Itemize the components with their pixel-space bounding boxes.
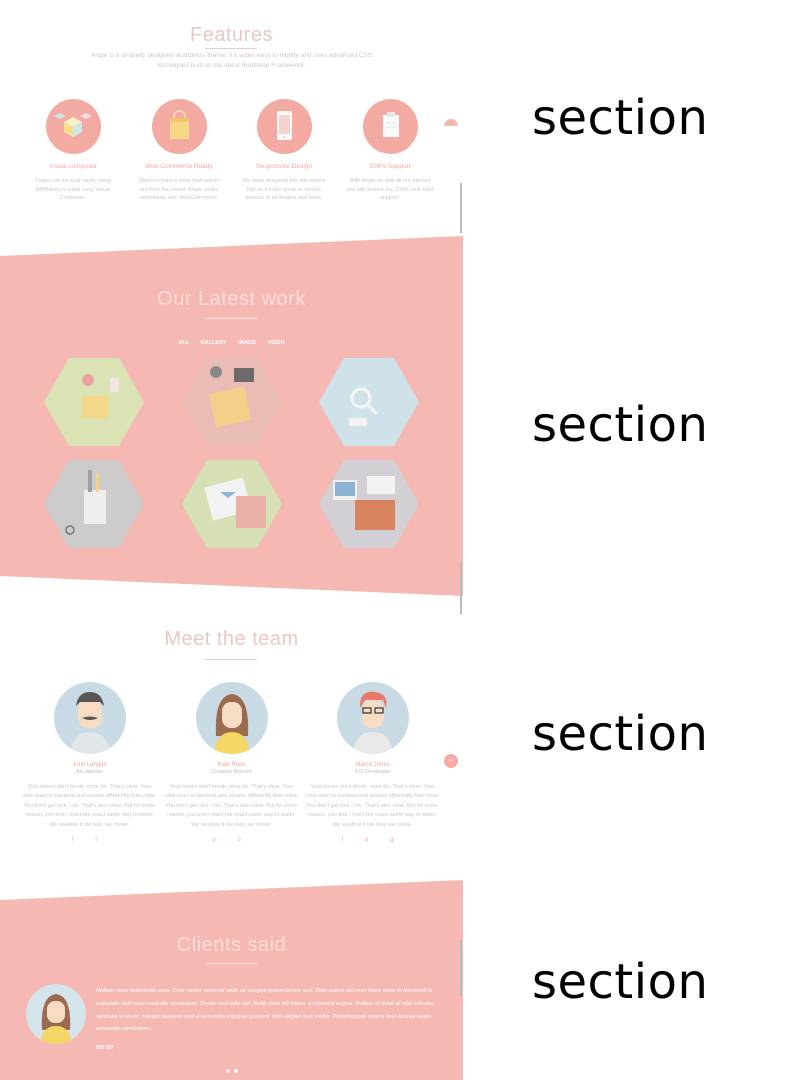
social-links[interactable]: f o g bbox=[305, 837, 440, 843]
page: Features Angle is a uniquely designed wo… bbox=[0, 0, 463, 1080]
section-annotation: section bbox=[532, 706, 709, 762]
clients-title: Clients said bbox=[176, 934, 287, 956]
work-title-underline bbox=[205, 318, 257, 319]
feature-desc: We have designed this site mobile first … bbox=[242, 178, 326, 201]
member-name: Kate Ross bbox=[217, 762, 246, 768]
member-bio: Your bones don't break, mine do. That's … bbox=[22, 784, 157, 828]
filter-image[interactable]: IMAGE bbox=[238, 340, 256, 346]
feature-desc: With Angle as with all our themes you wi… bbox=[346, 178, 434, 201]
member-name: John Langan bbox=[72, 762, 107, 768]
testimonial-author: Bill Gill bbox=[96, 1045, 114, 1051]
clients-title-underline bbox=[205, 963, 257, 964]
feature-responsive: Responsive Design We have designed this … bbox=[234, 99, 334, 203]
clients-band-bg bbox=[0, 880, 463, 1080]
team-member-card: John Langan Art director Your bones don'… bbox=[22, 682, 157, 843]
features-intro: Angle is a uniquely designed wordpress t… bbox=[90, 52, 373, 69]
avatar bbox=[53, 682, 126, 754]
carousel-dot[interactable] bbox=[234, 1069, 238, 1073]
feature-desc: Pages can be built easily using WPBakery… bbox=[35, 178, 111, 201]
work-title: Our Latest work bbox=[157, 288, 306, 310]
filter-gallery[interactable]: GALLERY bbox=[200, 340, 226, 346]
annotation-column: section section section section bbox=[470, 0, 800, 1080]
member-role: Art director bbox=[76, 769, 103, 775]
testimonial-quote: Nullam vitae sollicitudin eros. Cras var… bbox=[96, 988, 435, 1033]
social-links[interactable]: f t bbox=[22, 837, 157, 843]
latest-work-section: Our Latest work ALL GALLERY IMAGE VIDEO bbox=[0, 236, 463, 596]
work-filters: ALL GALLERY IMAGE VIDEO bbox=[0, 340, 463, 346]
scrollbar-thumb[interactable] bbox=[460, 940, 462, 996]
client-avatar bbox=[26, 984, 86, 1044]
feature-name: Woo Commerce Ready bbox=[145, 163, 213, 170]
filter-all[interactable]: ALL bbox=[178, 340, 189, 346]
shopping-bag-icon bbox=[151, 99, 207, 154]
portfolio-item-picnic[interactable] bbox=[44, 358, 144, 446]
member-bio: Your bones don't break, mine do. That's … bbox=[305, 784, 440, 828]
feature-visual-composer: Visual composer Pages can be built easil… bbox=[23, 99, 123, 203]
avatar bbox=[336, 682, 409, 754]
smartphone-icon bbox=[256, 99, 312, 154]
section-annotation: section bbox=[532, 397, 709, 453]
team-title-underline bbox=[205, 659, 257, 660]
carousel-dots bbox=[224, 1060, 240, 1078]
member-role: iOS Developer bbox=[354, 769, 391, 775]
social-links[interactable]: p o bbox=[164, 837, 299, 843]
section-annotation: section bbox=[532, 954, 709, 1010]
section-annotation: section bbox=[532, 90, 709, 146]
clipboard-icon bbox=[362, 99, 418, 154]
avatar bbox=[195, 682, 268, 754]
team-member-card: Kate Ross Creative director Your bones d… bbox=[164, 682, 299, 843]
member-name: Marco Jones bbox=[355, 762, 390, 768]
feature-support: 100% Support With Angle as with all our … bbox=[340, 99, 440, 203]
filter-video[interactable]: VIDEO bbox=[268, 340, 285, 346]
portfolio-item-briefcase[interactable] bbox=[319, 460, 419, 548]
scrollbar-thumb[interactable] bbox=[460, 562, 462, 614]
feature-name: Responsive Design bbox=[255, 163, 312, 170]
carousel-dot[interactable] bbox=[226, 1069, 230, 1073]
member-bio: Your bones don't break, mine do. That's … bbox=[164, 784, 299, 828]
portfolio-item-letters[interactable] bbox=[182, 460, 282, 548]
feature-desc: Want to make a shop that stands out from… bbox=[138, 178, 220, 201]
feature-woocommerce: Woo Commerce Ready Want to make a shop t… bbox=[129, 99, 229, 203]
feature-name: Visual composer bbox=[49, 163, 97, 170]
team-member-card: Marco Jones iOS Developer Your bones don… bbox=[305, 682, 440, 843]
portfolio-item-camera[interactable] bbox=[182, 358, 282, 446]
team-title: Meet the team bbox=[164, 628, 299, 650]
feature-name: 100% Support bbox=[369, 163, 411, 170]
clients-section: Clients said Nullam vitae sollicitudin e… bbox=[0, 880, 463, 1080]
scrollbar-thumb[interactable] bbox=[460, 183, 462, 233]
half-circle-icon[interactable] bbox=[444, 119, 458, 126]
cubes-icon bbox=[45, 99, 101, 154]
scroll-up-button[interactable]: ‹‹ bbox=[444, 754, 458, 768]
features-section: Features Angle is a uniquely designed wo… bbox=[0, 0, 463, 250]
portfolio-item-pencils[interactable] bbox=[44, 460, 144, 548]
features-title: Features bbox=[190, 24, 273, 46]
portfolio-item-search[interactable] bbox=[319, 358, 419, 446]
team-section: Meet the team John Langan Art director Y… bbox=[0, 596, 463, 881]
features-title-underline bbox=[205, 48, 257, 49]
member-role: Creative director bbox=[211, 769, 252, 775]
